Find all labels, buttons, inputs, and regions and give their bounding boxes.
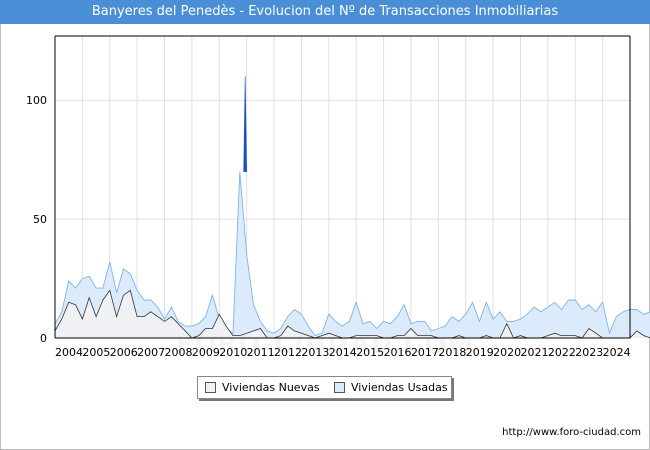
- x-tick-label: 2007: [137, 346, 165, 359]
- grid-layer: [54, 36, 630, 339]
- x-tick-label: 2012: [274, 346, 302, 359]
- y-tick-label: 100: [26, 94, 47, 107]
- x-tick-label: 2023: [575, 346, 603, 359]
- x-tick-label: 2017: [411, 346, 439, 359]
- x-tick-label: 2011: [247, 346, 275, 359]
- legend-item-usadas: Viviendas Usadas: [327, 377, 451, 398]
- x-tick-label: 2005: [82, 346, 110, 359]
- legend-label-nuevas: Viviendas Nuevas: [222, 381, 320, 394]
- x-tick-label: 2024: [603, 346, 631, 359]
- legend: Viviendas Nuevas Viviendas Usadas: [197, 376, 452, 399]
- source-link[interactable]: http://www.foro-ciudad.com: [502, 427, 641, 438]
- x-tick-label: 2019: [466, 346, 494, 359]
- legend-swatch-usadas: [334, 382, 345, 393]
- y-tick-label: 50: [33, 213, 47, 226]
- x-tick-label: 2016: [384, 346, 412, 359]
- x-tick-label: 2022: [548, 346, 576, 359]
- y-tick-label: 0: [40, 332, 47, 345]
- x-tick-label: 2015: [356, 346, 384, 359]
- legend-swatch-nuevas: [205, 382, 216, 393]
- legend-label-usadas: Viviendas Usadas: [351, 381, 448, 394]
- x-tick-label: 2009: [192, 346, 220, 359]
- x-tick-label: 2010: [219, 346, 247, 359]
- legend-item-nuevas: Viviendas Nuevas: [198, 377, 323, 398]
- x-tick-label: 2004: [55, 346, 83, 359]
- x-tick-label: 2013: [301, 346, 329, 359]
- x-tick-label: 2014: [329, 346, 357, 359]
- x-tick-label: 2020: [493, 346, 521, 359]
- plot-area: [55, 36, 630, 338]
- x-tick-label: 2018: [438, 346, 466, 359]
- x-tick-label: 2006: [110, 346, 138, 359]
- x-tick-label: 2021: [520, 346, 548, 359]
- x-tick-label: 2008: [165, 346, 193, 359]
